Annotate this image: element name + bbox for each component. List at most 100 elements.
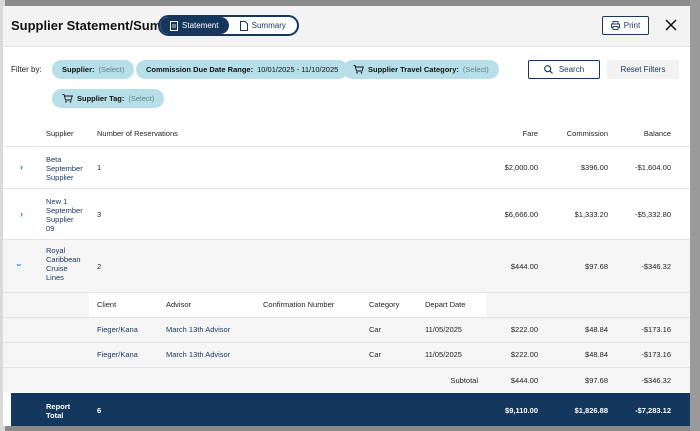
- tab-statement[interactable]: Statement: [160, 17, 229, 34]
- tag-filter-chip[interactable]: Supplier Tag: (Select): [52, 89, 165, 108]
- detail-row-client[interactable]: Fieger/Kana: [97, 350, 138, 359]
- supplier-name-line: Lines: [46, 273, 64, 282]
- travel-category-filter-label: Supplier Travel Category:: [368, 65, 459, 74]
- supplier-name-line: Cruise: [46, 264, 68, 273]
- detail-row-advisor[interactable]: March 13th Advisor: [166, 350, 230, 359]
- supplier-name-line: Supplier: [46, 215, 74, 224]
- table-row-fare: $444.00: [510, 262, 538, 271]
- report-total-reservations: 6: [97, 406, 102, 415]
- printer-icon: [610, 21, 620, 30]
- modal-header: Supplier Statement/Summary Statement Sum…: [3, 6, 690, 47]
- table-row-balance: -$1,604.00: [635, 163, 671, 172]
- divider: [3, 342, 690, 343]
- tab-statement-label: Statement: [182, 21, 219, 30]
- detail-row-commission: $48.84: [585, 325, 608, 334]
- table-row-supplier[interactable]: Royal Caribbean Cruise Lines: [46, 246, 81, 282]
- collapse-chevron-icon[interactable]: ›: [15, 264, 25, 267]
- cart-icon: [353, 65, 364, 74]
- tab-summary[interactable]: Summary: [229, 17, 298, 34]
- close-button[interactable]: [663, 15, 679, 35]
- divider: [3, 188, 690, 189]
- search-icon: [543, 65, 553, 74]
- detail-row-client[interactable]: Fieger/Kana: [97, 325, 138, 334]
- search-button[interactable]: Search: [528, 60, 600, 79]
- report-total-row: Report Total 6 $9,110.00 $1,826.88 -$7,2…: [11, 393, 690, 426]
- supplier-name-line: September: [46, 164, 83, 173]
- expand-chevron-icon[interactable]: ›: [20, 209, 23, 219]
- detail-row-balance: -$173.16: [641, 325, 671, 334]
- supplier-filter-value: (Select): [98, 65, 125, 74]
- filter-label: Filter by:: [11, 65, 42, 74]
- date-range-filter-chip[interactable]: Commission Due Date Range: 10/01/2025 - …: [136, 60, 349, 79]
- table-row-reservations: 3: [97, 210, 102, 219]
- detail-row-commission: $48.84: [585, 350, 608, 359]
- close-icon: [665, 19, 677, 31]
- report-total-label: Report Total: [46, 402, 70, 420]
- travel-category-filter-value: (Select): [462, 65, 489, 74]
- table-row-commission: $396.00: [580, 163, 608, 172]
- divider: [3, 146, 690, 147]
- tab-summary-label: Summary: [251, 21, 286, 30]
- subtotal-commission: $97.68: [585, 376, 608, 385]
- detail-row-category: Car: [369, 350, 382, 359]
- divider: [3, 367, 690, 368]
- detail-col-category: Category: [369, 300, 400, 309]
- table-row-supplier[interactable]: Beta September Supplier: [46, 155, 83, 182]
- file-icon: [239, 20, 248, 31]
- supplier-filter-label: Supplier:: [62, 65, 95, 74]
- report-total-commission: $1,826.88: [574, 406, 608, 415]
- date-range-filter-value: 10/01/2025 - 11/10/2025: [257, 65, 339, 74]
- col-header-balance: Balance: [643, 129, 671, 138]
- table-row-commission: $1,333.20: [574, 210, 608, 219]
- table-row-supplier[interactable]: New 1 September Supplier 09: [46, 197, 83, 233]
- table-row-commission: $97.68: [585, 262, 608, 271]
- report-total-label-line: Report: [46, 402, 71, 411]
- supplier-name-line: Beta: [46, 155, 62, 164]
- report-total-balance: -$7,283.12: [635, 406, 671, 415]
- table-row-balance: -$346.32: [641, 262, 671, 271]
- col-header-commission: Commission: [566, 129, 608, 138]
- report-total-fare: $9,110.00: [505, 406, 538, 415]
- subtotal-label: Subtotal: [450, 376, 478, 385]
- reset-filters-button[interactable]: Reset Filters: [607, 60, 679, 79]
- col-header-fare: Fare: [522, 129, 538, 138]
- tag-filter-value: (Select): [128, 94, 155, 103]
- date-range-filter-label: Commission Due Date Range:: [146, 65, 254, 74]
- supplier-name-line: Caribbean: [46, 255, 81, 264]
- detail-row-category: Car: [369, 325, 382, 334]
- supplier-name-line: September: [46, 206, 83, 215]
- col-header-reservations: Number of Reservations: [97, 129, 178, 138]
- view-toggle: Statement Summary: [158, 15, 299, 36]
- cart-icon: [62, 94, 73, 103]
- travel-category-filter-chip[interactable]: Supplier Travel Category: (Select): [343, 60, 499, 79]
- print-label: Print: [623, 21, 641, 30]
- table-row-reservations: 2: [97, 262, 102, 271]
- divider: [3, 317, 690, 318]
- col-header-supplier: Supplier: [46, 129, 74, 138]
- tag-filter-label: Supplier Tag:: [77, 94, 125, 103]
- subtotal-balance: -$346.32: [641, 376, 671, 385]
- supplier-filter-chip[interactable]: Supplier: (Select): [52, 60, 135, 79]
- detail-row-depart: 11/05/2025: [425, 350, 462, 359]
- supplier-name-line: New 1: [46, 197, 68, 206]
- search-label: Search: [558, 65, 585, 74]
- detail-row-advisor[interactable]: March 13th Advisor: [166, 325, 230, 334]
- detail-col-client: Client: [97, 300, 117, 309]
- supplier-name-line: Supplier: [46, 173, 74, 182]
- detail-row-depart: 11/05/2025: [425, 325, 462, 334]
- background-scrollbar: [690, 0, 700, 431]
- supplier-name-line: 09: [46, 224, 55, 233]
- supplier-statement-modal: Supplier Statement/Summary Statement Sum…: [3, 6, 690, 426]
- subtotal-fare: $444.00: [510, 376, 538, 385]
- table-row-balance: -$5,332.80: [635, 210, 671, 219]
- expand-chevron-icon[interactable]: ›: [20, 162, 23, 172]
- detail-col-confirmation: Confirmation Number: [263, 300, 335, 309]
- detail-row-fare: $222.00: [510, 325, 538, 334]
- table-row-fare: $2,000.00: [504, 163, 538, 172]
- detail-row-fare: $222.00: [510, 350, 538, 359]
- detail-row-balance: -$173.16: [641, 350, 671, 359]
- print-button[interactable]: Print: [602, 16, 649, 35]
- document-icon: [170, 20, 179, 31]
- report-total-label-line: Total: [46, 411, 64, 420]
- table-row-fare: $6,666.00: [504, 210, 538, 219]
